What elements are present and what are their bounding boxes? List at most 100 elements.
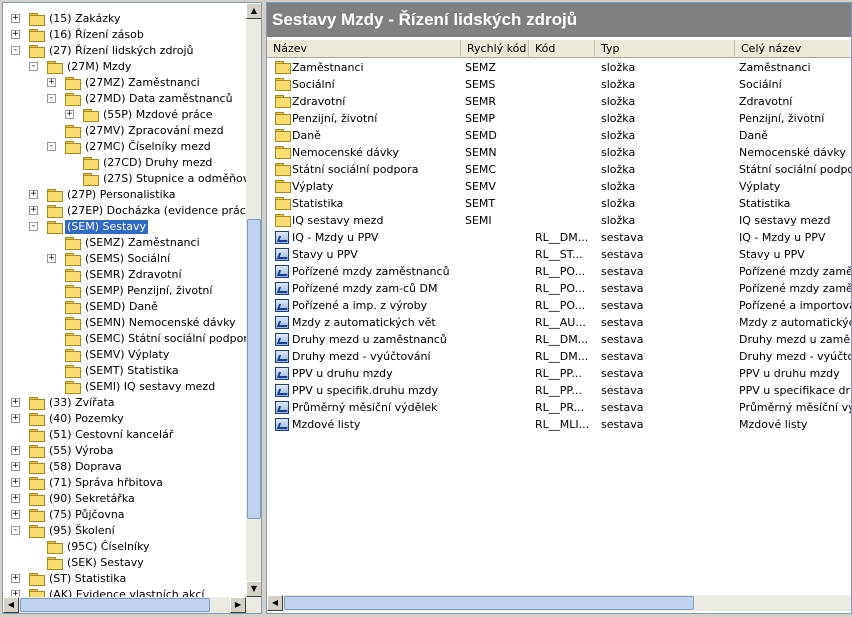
table-row[interactable]: PPV u specifik.druhu mzdy RL__PP... sestav…: [267, 382, 851, 399]
expand-icon[interactable]: +: [47, 254, 56, 263]
list-horizontal-scrollbar[interactable]: ◀: [267, 595, 851, 611]
tree-item-label[interactable]: (27EP) Docházka (evidence práce): [65, 204, 246, 218]
tree-item-label[interactable]: (55P) Mzdové práce: [101, 108, 215, 122]
expand-icon[interactable]: +: [65, 110, 74, 119]
tree-item-label[interactable]: (33) Zvířata: [47, 396, 117, 410]
table-row[interactable]: Mzdové listy RL__MLI... sestava Mzdové list…: [267, 416, 851, 433]
tree-item[interactable]: + (27EP) Docházka (evidence práce): [3, 203, 246, 219]
scroll-left-button[interactable]: ◀: [3, 597, 19, 613]
tree-item-label[interactable]: (95) Školení: [47, 524, 117, 538]
tree-item[interactable]: (27S) Stupnice a odměňován: [3, 171, 246, 187]
tree-item[interactable]: (SEMZ) Zaměstnanci: [3, 235, 246, 251]
tree-horizontal-scrollbar[interactable]: ◀ ▶: [3, 597, 261, 613]
tree-item[interactable]: + (27P) Personalistika: [3, 187, 246, 203]
tree-item[interactable]: (SEMN) Nemocenské dávky: [3, 315, 246, 331]
tree-item-label[interactable]: (SEMV) Výplaty: [83, 348, 171, 362]
table-row[interactable]: Výplaty SEMV složka Výplaty: [267, 178, 851, 195]
collapse-icon[interactable]: -: [11, 526, 20, 535]
table-row[interactable]: Sociální SEMS složka Sociální: [267, 76, 851, 93]
tree-item-label[interactable]: (SEMI) IQ sestavy mezd: [83, 380, 217, 394]
column-header-type[interactable]: Typ: [595, 40, 735, 58]
tree-item-label[interactable]: (27M) Mzdy: [65, 60, 133, 74]
tree-item[interactable]: (SEMR) Zdravotní: [3, 267, 246, 283]
table-row[interactable]: Daně SEMD složka Daně: [267, 127, 851, 144]
expand-icon[interactable]: +: [11, 494, 20, 503]
tree-item-label[interactable]: (16) Řízení zásob: [47, 28, 146, 42]
tree-item-label[interactable]: (40) Pozemky: [47, 412, 126, 426]
table-row[interactable]: Stavy u PPV RL__ST... sestava Stavy u PPV: [267, 246, 851, 263]
tree-item[interactable]: (27CD) Druhy mezd: [3, 155, 246, 171]
collapse-icon[interactable]: -: [29, 222, 38, 231]
tree-item-label[interactable]: (27MV) Zpracování mezd: [83, 124, 226, 138]
tree-item-label[interactable]: (27MZ) Zaměstnanci: [83, 76, 202, 90]
collapse-icon[interactable]: -: [47, 94, 56, 103]
tree-item-label[interactable]: (SEMD) Daně: [83, 300, 160, 314]
expand-icon[interactable]: +: [11, 574, 20, 583]
tree-vertical-scrollbar[interactable]: ▲ ▼: [246, 3, 261, 597]
tree-item[interactable]: + (15) Zakázky: [3, 11, 246, 27]
navigation-tree[interactable]: + (15) Zakázky + (16) Řízení zásob - (27) Říz…: [2, 2, 262, 614]
expand-icon[interactable]: +: [11, 478, 20, 487]
tree-item-label[interactable]: (58) Doprava: [47, 460, 124, 474]
tree-item-label[interactable]: (SEMZ) Zaměstnanci: [83, 236, 202, 250]
tree-item[interactable]: + (AK) Evidence vlastních akcí: [3, 587, 246, 597]
table-row[interactable]: Mzdy z automatických vět RL__AU... sestava…: [267, 314, 851, 331]
tree-item[interactable]: + (75) Půjčovna: [3, 507, 246, 523]
column-header-quick-code[interactable]: Rychlý kód: [461, 40, 529, 58]
table-row[interactable]: Druhy mezd - vyúčtování RL__DM... sestava D…: [267, 348, 851, 365]
tree-item[interactable]: (SEMP) Penzijní, životní: [3, 283, 246, 299]
tree-item-label[interactable]: (27P) Personalistika: [65, 188, 178, 202]
expand-icon[interactable]: +: [11, 446, 20, 455]
table-row[interactable]: Zdravotní SEMR složka Zdravotní: [267, 93, 851, 110]
scroll-down-button[interactable]: ▼: [246, 581, 261, 597]
tree-item-label[interactable]: (SEMS) Sociální: [83, 252, 172, 266]
column-header-name[interactable]: Název: [267, 40, 461, 58]
tree-item-label[interactable]: (SEMP) Penzijní, životní: [83, 284, 214, 298]
expand-icon[interactable]: +: [11, 30, 20, 39]
column-header-full-name[interactable]: Celý název: [735, 40, 851, 58]
tree-item-label[interactable]: (SEMC) Státní sociální podpora: [83, 332, 246, 346]
tree-item-label[interactable]: (27CD) Druhy mezd: [101, 156, 214, 170]
tree-item[interactable]: - (SEM) Sestavy: [3, 219, 246, 235]
expand-icon[interactable]: +: [29, 190, 38, 199]
table-row[interactable]: Pořízené mzdy zam-ců DM RL__PO... sestava P…: [267, 280, 851, 297]
list-scroll-thumb[interactable]: [284, 596, 694, 610]
expand-icon[interactable]: +: [47, 78, 56, 87]
tree-item[interactable]: + (40) Pozemky: [3, 411, 246, 427]
table-row[interactable]: Státní sociální podpora SEMC složka Státní …: [267, 161, 851, 178]
tree-item-label[interactable]: (55) Výroba: [47, 444, 116, 458]
scroll-thumb[interactable]: [247, 219, 261, 519]
tree-item[interactable]: - (27MC) Číselníky mezd: [3, 139, 246, 155]
tree-item[interactable]: - (95) Školení: [3, 523, 246, 539]
tree-item[interactable]: + (90) Sekretářka: [3, 491, 246, 507]
tree-item-label[interactable]: (AK) Evidence vlastních akcí: [47, 588, 206, 597]
tree-item-label[interactable]: (27) Řízení lidských zdrojů: [47, 44, 195, 58]
collapse-icon[interactable]: -: [29, 62, 38, 71]
tree-item[interactable]: (51) Cestovní kancelář: [3, 427, 246, 443]
list-scroll-left-button[interactable]: ◀: [267, 595, 283, 611]
scroll-thumb-horizontal[interactable]: [20, 598, 210, 612]
tree-item[interactable]: (SEMD) Daně: [3, 299, 246, 315]
tree-item-label[interactable]: (SEMT) Statistika: [83, 364, 181, 378]
collapse-icon[interactable]: -: [11, 46, 20, 55]
tree-item[interactable]: (27MV) Zpracování mezd: [3, 123, 246, 139]
tree-item-label[interactable]: (75) Půjčovna: [47, 508, 127, 522]
tree-item[interactable]: + (16) Řízení zásob: [3, 27, 246, 43]
tree-item-label[interactable]: (ST) Statistika: [47, 572, 128, 586]
tree-item-label[interactable]: (90) Sekretářka: [47, 492, 137, 506]
tree-item[interactable]: + (ST) Statistika: [3, 571, 246, 587]
tree-item-label[interactable]: (SEM) Sestavy: [65, 220, 149, 234]
scroll-up-button[interactable]: ▲: [246, 3, 261, 19]
column-header-code[interactable]: Kód: [529, 40, 595, 58]
expand-icon[interactable]: +: [11, 14, 20, 23]
expand-icon[interactable]: +: [11, 398, 20, 407]
tree-item-label[interactable]: (15) Zakázky: [47, 12, 123, 26]
tree-item[interactable]: + (SEMS) Sociální: [3, 251, 246, 267]
table-row[interactable]: IQ sestavy mezd SEMI složka IQ sestavy mezd: [267, 212, 851, 229]
tree-item[interactable]: (SEMI) IQ sestavy mezd: [3, 379, 246, 395]
tree-item[interactable]: - (27) Řízení lidských zdrojů: [3, 43, 246, 59]
expand-icon[interactable]: +: [11, 510, 20, 519]
expand-icon[interactable]: +: [11, 462, 20, 471]
tree-item[interactable]: + (33) Zvířata: [3, 395, 246, 411]
tree-item[interactable]: (SEMV) Výplaty: [3, 347, 246, 363]
